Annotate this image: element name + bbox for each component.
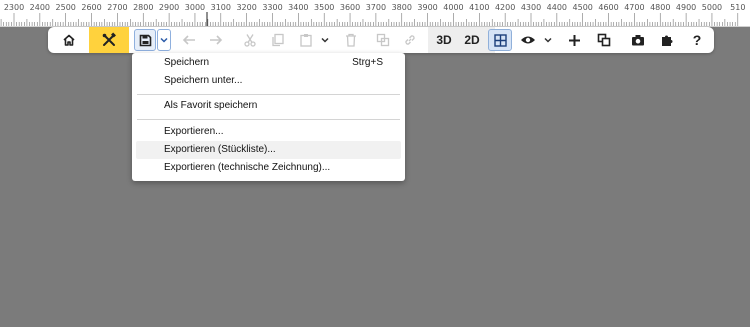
floppy-disk-icon [139,34,151,46]
scissors-icon [244,34,256,47]
paste-button[interactable] [296,29,316,51]
ruler-label: 3300 [262,3,282,12]
menu-item-save-favorite[interactable]: Als Favorit speichern [136,97,401,115]
view-2d-button[interactable]: 2D [460,29,484,51]
visibility-button[interactable] [518,29,538,51]
ruler-label: 2400 [30,3,50,12]
arrow-left-icon [182,35,195,45]
puzzle-icon [662,35,673,46]
add-button[interactable] [563,29,585,51]
menu-item-save[interactable]: Speichern Strg+S [136,54,401,72]
copy-button[interactable] [268,29,288,51]
menu-item-label: Speichern [164,57,210,68]
ruler-label: 2900 [159,3,179,12]
layers-icon [597,33,611,47]
grid-view-button[interactable] [488,29,512,51]
ruler-label: 5000 [702,3,722,12]
save-button[interactable] [134,29,156,51]
ruler-label: 2700 [107,3,127,12]
arrow-right-icon [210,35,223,45]
ruler-label: 4600 [598,3,618,12]
home-button[interactable] [58,29,80,51]
menu-item-label: Exportieren (technische Zeichnung)... [164,162,331,173]
ruler-label: 3600 [340,3,360,12]
menu-item-label: Als Favorit speichern [164,100,258,111]
ruler-label: 3000 [185,3,205,12]
eye-icon [521,36,535,44]
plugins-button[interactable] [656,29,678,51]
clipboard-icon [300,34,312,47]
ruler-label: 4000 [443,3,463,12]
ruler-scale: 2300 2400 2500 2600 2700 2800 2900 3000 3100 3200… [0,3,745,26]
view-3d-button[interactable]: 3D [432,29,456,51]
help-button[interactable]: ? [686,29,708,51]
ruler-label: 3100 [211,3,231,12]
ruler-label: 4300 [521,3,541,12]
cut-button[interactable] [240,29,260,51]
ruler-label: 2300 [4,3,24,12]
menu-item-export[interactable]: Exportieren... [136,123,401,141]
camera-icon [632,35,644,46]
save-dropdown-menu: Speichern Strg+S Speichern unter... Als … [132,53,405,181]
ruler-label: 510 [730,3,745,12]
ruler-label: 4500 [573,3,593,12]
menu-separator [137,119,400,120]
menu-item-label: Speichern unter... [164,75,243,86]
menu-separator [137,94,400,95]
ruler-label: 3700 [366,3,386,12]
menu-item-export-drawing[interactable]: Exportieren (technische Zeichnung)... [136,159,401,177]
trash-icon [346,33,356,47]
chevron-down-icon [321,37,329,43]
duplicate-button[interactable] [593,29,615,51]
menu-item-export-bom[interactable]: Exportieren (Stückliste)... [136,141,401,159]
main-toolbar: 3D 2D ? [48,27,714,53]
link-button[interactable] [400,29,420,51]
ruler-label: 3500 [314,3,334,12]
ruler-label: 3400 [288,3,308,12]
save-menu-toggle[interactable] [157,29,171,51]
menu-item-shortcut: Strg+S [352,57,383,68]
chevron-down-icon [544,37,552,43]
link-icon [405,35,415,45]
ruler-label: 4900 [676,3,696,12]
ruler: 2300 2400 2500 2600 2700 2800 2900 3000 3100 3200… [0,0,750,27]
ruler-label: 4700 [624,3,644,12]
plus-icon [568,34,580,46]
copy-icon [272,33,284,47]
redo-button[interactable] [206,29,226,51]
group-button[interactable] [373,29,393,51]
ruler-label: 2500 [56,3,76,12]
ruler-label: 4100 [469,3,489,12]
ruler-label: 4400 [547,3,567,12]
tools-icon [102,32,116,46]
home-icon [63,34,75,46]
delete-button[interactable] [341,29,361,51]
grid-icon [493,33,507,47]
visibility-menu-toggle[interactable] [541,29,555,51]
menu-item-label: Exportieren... [164,126,224,137]
ruler-label: 3800 [392,3,412,12]
ruler-label: 2800 [133,3,153,12]
chevron-down-icon [160,37,168,43]
menu-item-save-as[interactable]: Speichern unter... [136,72,401,90]
ruler-label: 4200 [495,3,515,12]
menu-item-label: Exportieren (Stückliste)... [164,144,276,155]
undo-button[interactable] [179,29,199,51]
ruler-label: 4800 [650,3,670,12]
screenshot-button[interactable] [627,29,649,51]
paste-menu-toggle[interactable] [318,29,332,51]
group-icon [376,33,390,47]
ruler-label: 2600 [81,3,101,12]
tools-button[interactable] [89,27,129,53]
ruler-label: 3900 [417,3,437,12]
ruler-label: 3200 [236,3,256,12]
